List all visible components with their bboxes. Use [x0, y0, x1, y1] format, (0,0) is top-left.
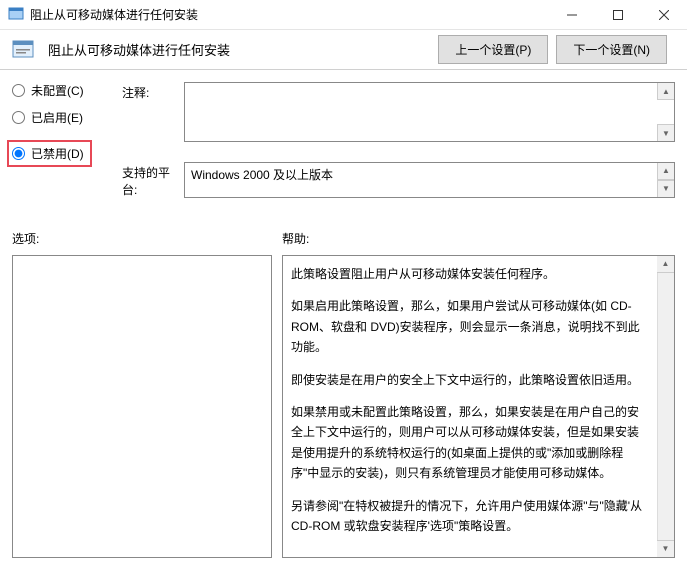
window-title: 阻止从可移动媒体进行任何安装	[30, 6, 549, 23]
radio-disabled-highlight: 已禁用(D)	[7, 140, 92, 167]
window-controls	[549, 0, 687, 29]
help-scroll-down[interactable]: ▼	[657, 540, 674, 557]
config-section: 未配置(C) 已启用(E) 已禁用(D) 注释: ▲ ▼ 支持的平台: Wind…	[0, 70, 687, 230]
help-paragraph: 即使安装是在用户的安全上下文中运行的，此策略设置依旧适用。	[291, 370, 650, 390]
comment-label: 注释:	[122, 82, 184, 142]
options-label: 选项:	[12, 230, 272, 247]
platform-scroll-down[interactable]: ▼	[657, 180, 674, 197]
help-scrollbar[interactable]: ▲ ▼	[657, 256, 674, 557]
help-paragraph: 另请参阅"在特权被提升的情况下，允许用户使用媒体源"与"隐藏'从CD-ROM 或…	[291, 496, 650, 537]
maximize-button[interactable]	[595, 0, 641, 29]
radio-not-configured-input[interactable]	[12, 84, 25, 97]
radio-disabled-input[interactable]	[12, 147, 25, 160]
fields-column: 注释: ▲ ▼ 支持的平台: Windows 2000 及以上版本 ▲ ▼	[122, 82, 675, 218]
header-row: 阻止从可移动媒体进行任何安装 上一个设置(P) 下一个设置(N)	[0, 30, 687, 70]
lower-section: 选项: 帮助: 此策略设置阻止用户从可移动媒体安装任何程序。 如果启用此策略设置…	[0, 230, 687, 570]
next-setting-button[interactable]: 下一个设置(N)	[556, 35, 667, 64]
platform-value: Windows 2000 及以上版本	[191, 168, 333, 182]
platform-label: 支持的平台:	[122, 162, 184, 198]
state-radio-group: 未配置(C) 已启用(E) 已禁用(D)	[12, 82, 102, 218]
comment-scroll-up[interactable]: ▲	[657, 83, 674, 100]
prev-setting-button[interactable]: 上一个设置(P)	[438, 35, 548, 64]
comment-textarea[interactable]: ▲ ▼	[184, 82, 675, 142]
comment-scroll-down[interactable]: ▼	[657, 124, 674, 141]
help-text-box: 此策略设置阻止用户从可移动媒体安装任何程序。 如果启用此策略设置，那么，如果用户…	[282, 255, 675, 558]
policy-icon	[12, 38, 40, 62]
options-column: 选项:	[12, 230, 272, 558]
platform-scroll-up[interactable]: ▲	[657, 163, 674, 180]
radio-disabled[interactable]: 已禁用(D)	[12, 145, 84, 162]
radio-enabled-label: 已启用(E)	[31, 109, 83, 126]
radio-enabled[interactable]: 已启用(E)	[12, 109, 102, 126]
help-column: 帮助: 此策略设置阻止用户从可移动媒体安装任何程序。 如果启用此策略设置，那么，…	[282, 230, 675, 558]
radio-not-configured-label: 未配置(C)	[31, 82, 84, 99]
help-paragraph: 如果启用此策略设置，那么，如果用户尝试从可移动媒体(如 CD-ROM、软盘和 D…	[291, 296, 650, 357]
help-label: 帮助:	[282, 230, 675, 247]
help-paragraph: 如果禁用或未配置此策略设置，那么，如果安装是在用户自己的安全上下文中运行的，则用…	[291, 402, 650, 484]
window-titlebar: 阻止从可移动媒体进行任何安装	[0, 0, 687, 30]
radio-disabled-label: 已禁用(D)	[31, 145, 84, 162]
policy-title: 阻止从可移动媒体进行任何安装	[48, 40, 438, 59]
options-box	[12, 255, 272, 558]
platform-box: Windows 2000 及以上版本 ▲ ▼	[184, 162, 675, 198]
comment-row: 注释: ▲ ▼	[122, 82, 675, 142]
radio-not-configured[interactable]: 未配置(C)	[12, 82, 102, 99]
help-paragraph: 此策略设置阻止用户从可移动媒体安装任何程序。	[291, 264, 650, 284]
platform-row: 支持的平台: Windows 2000 及以上版本 ▲ ▼	[122, 162, 675, 198]
close-button[interactable]	[641, 0, 687, 29]
minimize-button[interactable]	[549, 0, 595, 29]
help-scroll-up[interactable]: ▲	[657, 256, 674, 273]
radio-enabled-input[interactable]	[12, 111, 25, 124]
app-icon	[8, 7, 24, 23]
